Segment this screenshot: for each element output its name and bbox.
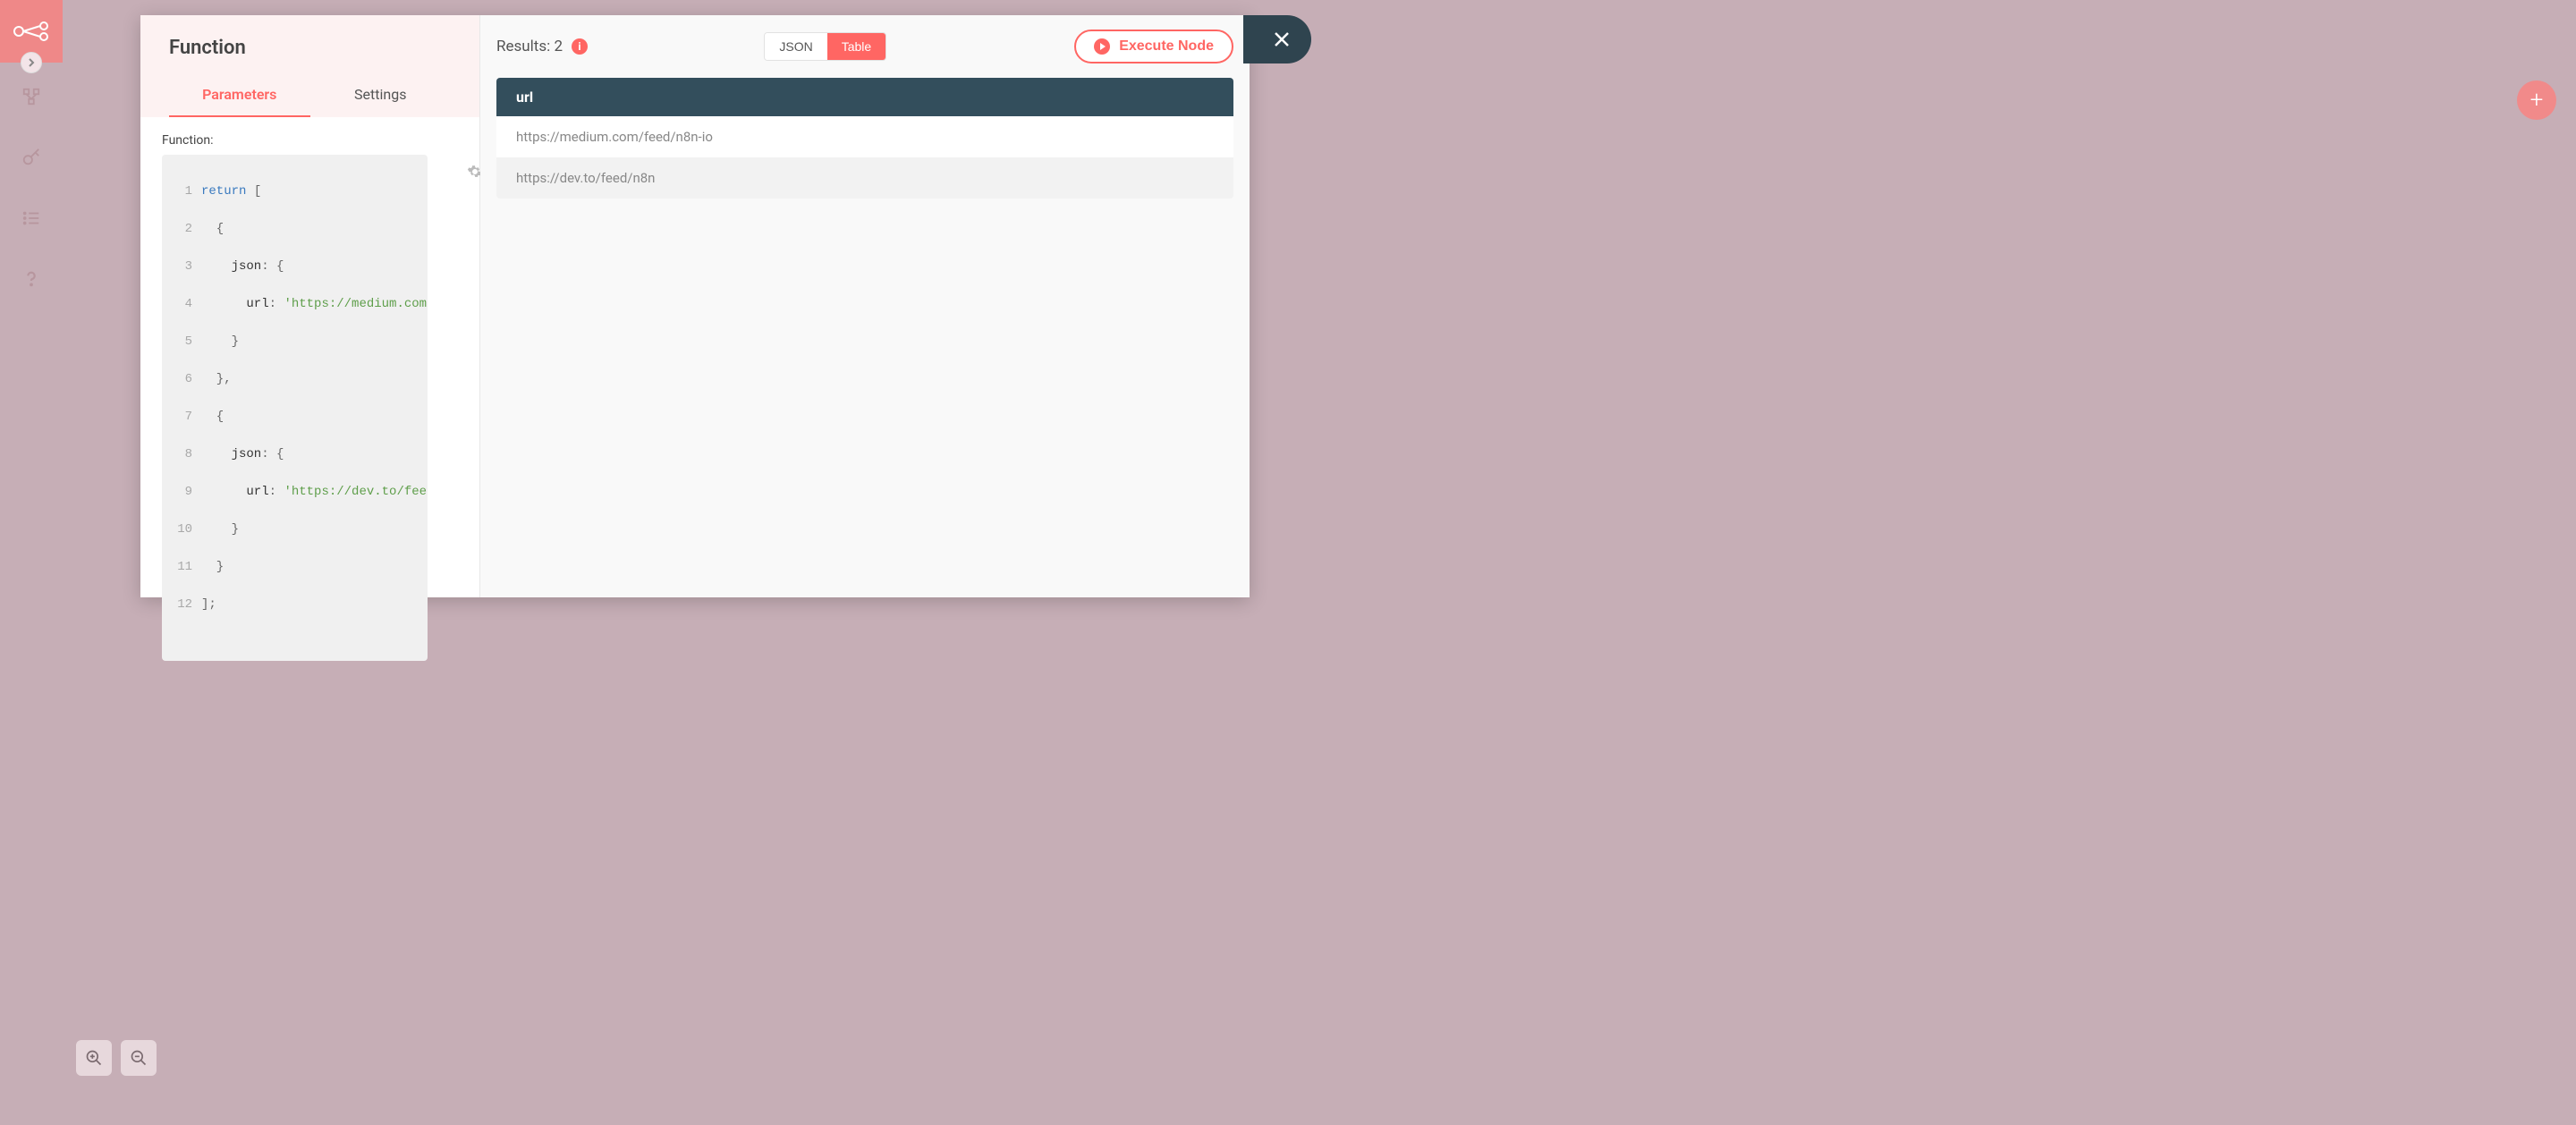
view-toggle: JSON Table [764, 32, 886, 61]
key-icon [21, 148, 41, 167]
zoom-out-icon [130, 1049, 148, 1067]
list-icon [21, 208, 41, 228]
table-row[interactable]: https://dev.to/feed/n8n [496, 157, 1233, 199]
app-logo[interactable] [0, 0, 63, 63]
info-icon[interactable]: i [572, 38, 588, 55]
results-count: Results: 2 [496, 38, 563, 55]
modal-left-pane: Function Parameters Settings Function: 1… [140, 15, 480, 597]
execute-label: Execute Node [1119, 38, 1214, 55]
zoom-in-icon [85, 1049, 103, 1067]
sidebar-item-executions[interactable] [0, 191, 63, 245]
modal-right-pane: Results: 2 i JSON Table Execute Node url… [480, 15, 1250, 597]
add-node-button[interactable]: + [2517, 80, 2556, 120]
toggle-json[interactable]: JSON [765, 33, 826, 60]
sidebar-item-credentials[interactable] [0, 131, 63, 184]
zoom-controls [76, 1040, 157, 1076]
toggle-table[interactable]: Table [827, 33, 886, 60]
help-icon [21, 269, 41, 289]
play-icon [1094, 38, 1110, 55]
tab-settings[interactable]: Settings [310, 75, 452, 117]
results-table: url https://medium.com/feed/n8n-io https… [496, 78, 1233, 199]
modal-header: Function Parameters Settings [140, 15, 479, 117]
tabs: Parameters Settings [169, 75, 451, 117]
code-editor[interactable]: 1return [ 2 { 3 json: { 4 url: 'https://… [162, 155, 428, 661]
close-icon [1271, 29, 1292, 50]
sidebar-item-help[interactable] [0, 252, 63, 306]
function-label: Function: [162, 133, 458, 148]
node-title: Function [169, 37, 451, 59]
results-header: Results: 2 i JSON Table Execute Node [480, 15, 1250, 78]
parameters-body: Function: 1return [ 2 { 3 json: { 4 url:… [140, 117, 479, 677]
sidebar-item-workflows[interactable] [0, 70, 63, 123]
plus-icon: + [2530, 87, 2544, 114]
node-editor-modal: Function Parameters Settings Function: 1… [140, 15, 1250, 597]
table-row[interactable]: https://medium.com/feed/n8n-io [496, 116, 1233, 157]
chevron-right-icon [27, 58, 36, 67]
sidebar-expand-button[interactable] [21, 52, 42, 73]
n8n-logo-icon [13, 21, 49, 42]
workflow-icon [21, 87, 41, 106]
sidebar [0, 0, 63, 1125]
zoom-in-button[interactable] [76, 1040, 112, 1076]
tab-parameters[interactable]: Parameters [169, 75, 310, 117]
close-modal-button[interactable] [1243, 15, 1311, 63]
zoom-out-button[interactable] [121, 1040, 157, 1076]
execute-node-button[interactable]: Execute Node [1074, 30, 1233, 63]
table-header-url: url [496, 78, 1233, 116]
